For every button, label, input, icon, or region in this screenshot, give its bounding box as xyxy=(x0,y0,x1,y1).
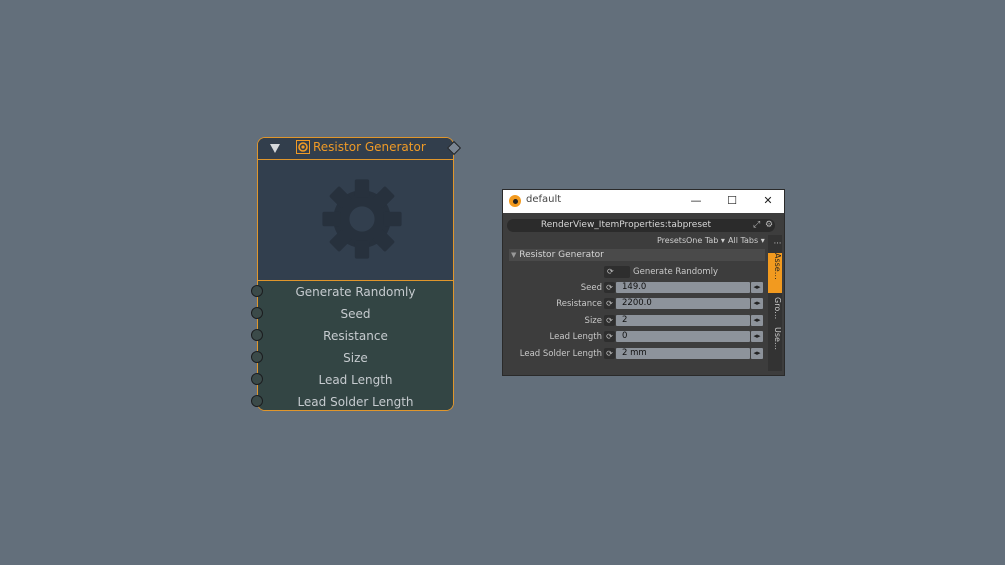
side-tab-assembly[interactable]: Asse… xyxy=(768,253,782,293)
field-link-icon[interactable]: ⟳ xyxy=(604,348,615,359)
side-tab-groups[interactable]: Gro… xyxy=(768,297,782,323)
collapse-triangle-icon[interactable] xyxy=(270,144,280,153)
all-tabs-dropdown[interactable]: All Tabs ▾ xyxy=(728,236,765,245)
lead-length-stepper-icon[interactable]: ◂▸ xyxy=(751,331,763,342)
size-input[interactable]: 2 xyxy=(616,315,750,326)
node-header[interactable]: Resistor Generator xyxy=(258,138,453,160)
input-port-lead-length[interactable] xyxy=(251,373,263,385)
node-title: Resistor Generator xyxy=(313,140,426,154)
section-collapse-icon[interactable]: ▼ xyxy=(511,251,516,259)
field-row: Seed ⟳ 149.0 ◂▸ xyxy=(503,282,765,294)
field-row: Lead Length ⟳ 0 ◂▸ xyxy=(503,331,765,343)
properties-window: default — ☐ ✕ RenderView_ItemProperties:… xyxy=(502,189,785,376)
generate-randomly-toggle[interactable]: ⟳ xyxy=(604,266,630,278)
field-row: Lead Solder Length ⟳ 2 mm ◂▸ xyxy=(503,348,765,360)
gear-node-icon xyxy=(296,140,310,154)
field-row: Size ⟳ 2 ◂▸ xyxy=(503,315,765,327)
generate-randomly-row: ⟳ Generate Randomly xyxy=(503,266,765,278)
input-port-generate-randomly[interactable] xyxy=(251,285,263,297)
port-lead-length: Lead Length xyxy=(318,373,393,387)
tab-preset-bar[interactable]: RenderView_ItemProperties:tabpreset ⤢ ⚙ xyxy=(507,219,775,232)
node-port-list: Generate Randomly Seed Resistance Size L… xyxy=(258,281,453,410)
field-label: Seed xyxy=(580,283,602,293)
tab-preset-label: RenderView_ItemProperties:tabpreset xyxy=(540,220,712,230)
presets-button[interactable]: Presets xyxy=(657,236,686,245)
seed-input[interactable]: 149.0 xyxy=(616,282,750,293)
node-title-wrap: Resistor Generator xyxy=(296,140,426,154)
app-logo-icon xyxy=(509,195,521,207)
input-port-resistance[interactable] xyxy=(251,329,263,341)
maximize-button[interactable]: ☐ xyxy=(722,192,742,210)
generate-randomly-label: Generate Randomly xyxy=(633,267,718,277)
gear-icon[interactable]: ⚙ xyxy=(765,219,773,232)
side-tab-strip: ⋮ Asse… Gro… Use… xyxy=(768,235,782,371)
side-more-icon[interactable]: ⋮ xyxy=(768,237,782,249)
field-row: Resistance ⟳ 2200.0 ◂▸ xyxy=(503,298,765,310)
side-tab-user[interactable]: Use… xyxy=(768,327,782,353)
port-resistance: Resistance xyxy=(323,329,388,343)
section-title: Resistor Generator xyxy=(519,250,604,260)
seed-stepper-icon[interactable]: ◂▸ xyxy=(751,282,763,293)
expand-icon[interactable]: ⤢ xyxy=(753,219,760,232)
resistance-stepper-icon[interactable]: ◂▸ xyxy=(751,298,763,309)
port-size: Size xyxy=(343,351,368,365)
field-label: Size xyxy=(584,316,602,326)
lead-length-input[interactable]: 0 xyxy=(616,331,750,342)
lead-solder-length-stepper-icon[interactable]: ◂▸ xyxy=(751,348,763,359)
input-port-seed[interactable] xyxy=(251,307,263,319)
gear-icon xyxy=(322,179,402,259)
field-label: Lead Length xyxy=(549,332,602,342)
field-link-icon[interactable]: ⟳ xyxy=(604,298,615,309)
size-stepper-icon[interactable]: ◂▸ xyxy=(751,315,763,326)
input-port-size[interactable] xyxy=(251,351,263,363)
lead-solder-length-input[interactable]: 2 mm xyxy=(616,348,750,359)
field-link-icon[interactable]: ⟳ xyxy=(604,331,615,342)
port-seed: Seed xyxy=(340,307,371,321)
resistance-input[interactable]: 2200.0 xyxy=(616,298,750,309)
close-button[interactable]: ✕ xyxy=(758,192,778,210)
field-link-icon[interactable]: ⟳ xyxy=(604,282,615,293)
section-header[interactable]: ▼ Resistor Generator xyxy=(509,249,765,261)
field-link-icon[interactable]: ⟳ xyxy=(604,315,615,326)
field-label: Resistance xyxy=(556,299,602,309)
window-titlebar[interactable]: default — ☐ ✕ xyxy=(503,190,784,213)
port-lead-solder-length: Lead Solder Length xyxy=(297,395,414,409)
one-tab-dropdown[interactable]: One Tab ▾ xyxy=(686,236,725,245)
input-port-lead-solder-length[interactable] xyxy=(251,395,263,407)
port-generate-randomly: Generate Randomly xyxy=(295,285,416,299)
resistor-generator-node[interactable]: Resistor Generator Generate Randomly See… xyxy=(257,137,454,411)
node-preview xyxy=(258,160,453,281)
window-title: default xyxy=(526,194,562,205)
minimize-button[interactable]: — xyxy=(686,192,706,210)
field-label: Lead Solder Length xyxy=(519,349,602,359)
